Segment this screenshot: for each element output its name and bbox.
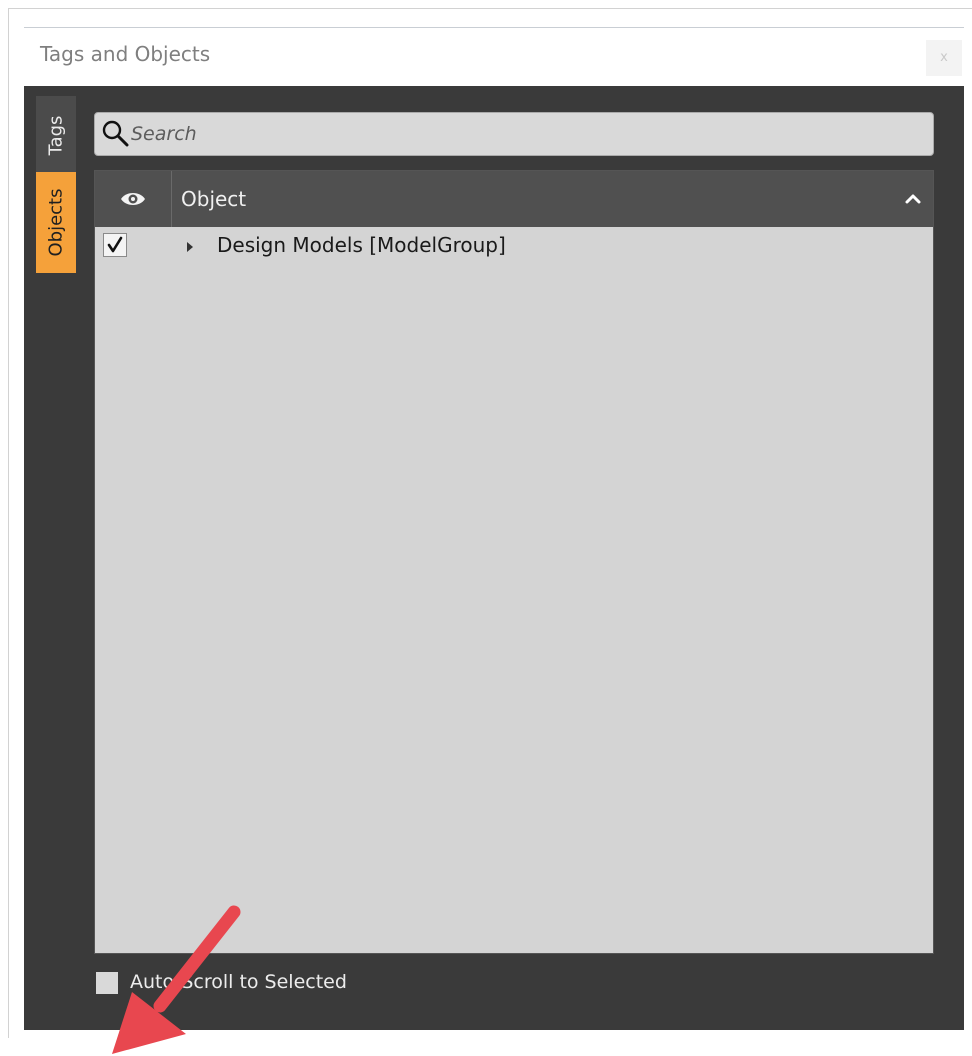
table-header: Object	[95, 171, 933, 227]
chevron-up-icon[interactable]	[903, 189, 923, 209]
tab-tags-label: Tags	[45, 115, 67, 155]
window-frame-left	[8, 8, 9, 1038]
visibility-column-header[interactable]	[95, 171, 172, 227]
row-label: Design Models [ModelGroup]	[217, 233, 506, 257]
auto-scroll-checkbox[interactable]	[96, 972, 118, 994]
expand-arrow-icon[interactable]	[185, 241, 195, 253]
window-title: Tags and Objects	[40, 42, 211, 66]
annotation-arrow	[112, 905, 241, 1054]
checkmark-icon	[107, 236, 123, 253]
close-button[interactable]: x	[926, 40, 962, 76]
table-row[interactable]: Design Models [ModelGroup]	[95, 227, 933, 267]
object-column-header[interactable]: Object	[181, 171, 246, 227]
eye-icon	[121, 193, 145, 205]
search-icon[interactable]	[101, 119, 131, 149]
tags-objects-panel: Tags Objects Object	[24, 86, 964, 1054]
search-input[interactable]	[131, 117, 921, 151]
tab-tags[interactable]: Tags	[36, 96, 76, 174]
tab-objects-label: Objects	[45, 188, 67, 257]
title-divider	[24, 27, 964, 28]
tab-objects[interactable]: Objects	[36, 172, 76, 273]
window-frame-top	[8, 8, 972, 9]
search-box	[94, 112, 934, 156]
objects-table: Object Design Models [ModelGroup]	[94, 170, 934, 954]
row-visibility-checkbox[interactable]	[103, 233, 127, 257]
